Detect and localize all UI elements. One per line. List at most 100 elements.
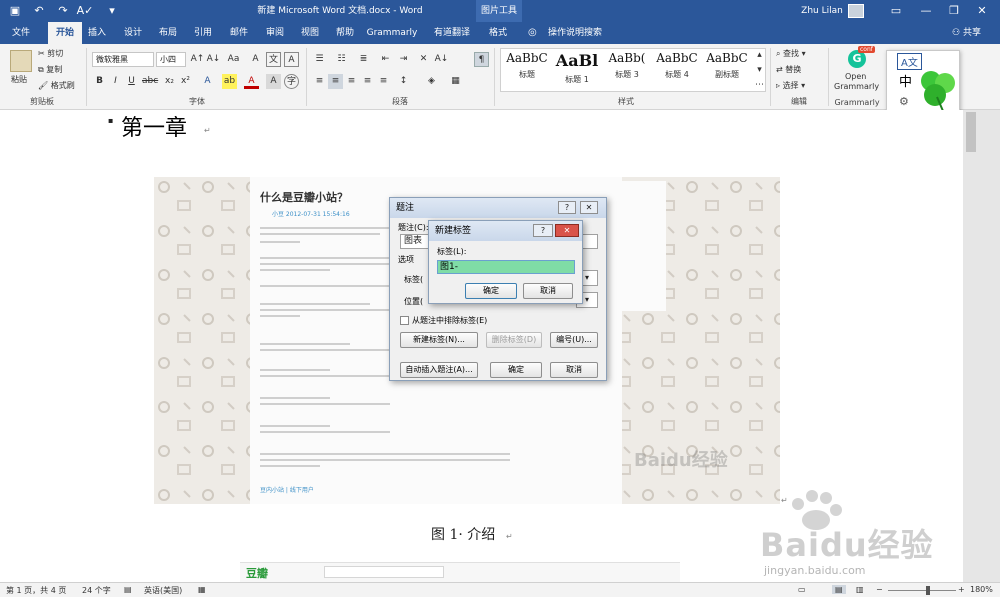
ribbon-display-icon[interactable]: ▭ — [886, 0, 906, 22]
save-icon[interactable]: ▣ — [8, 0, 22, 22]
zoom-out-icon[interactable]: − — [876, 585, 883, 594]
avatar[interactable] — [848, 4, 864, 18]
tab-6[interactable]: 邮件 — [226, 22, 252, 44]
grow-font-icon[interactable]: A↑ — [190, 52, 205, 67]
style-item[interactable]: AaBb(标题 3 — [603, 51, 651, 87]
paste-button[interactable]: 粘贴 — [11, 74, 27, 85]
read-mode-icon[interactable]: ▭ — [798, 585, 806, 594]
font-name-box[interactable]: 微软雅黑 — [92, 52, 154, 67]
italic-button[interactable]: I — [108, 74, 123, 89]
cancel-button[interactable]: 取消 — [550, 362, 598, 378]
shrink-font-icon[interactable]: A↓ — [206, 52, 221, 67]
share-button[interactable]: ⚇ 共享 — [952, 22, 981, 44]
minimize-icon[interactable]: — — [916, 0, 936, 22]
spelling-icon[interactable]: A✓ — [76, 0, 94, 22]
pinyin-icon[interactable]: 文 — [266, 52, 281, 67]
justify-icon[interactable]: ≡ — [360, 74, 375, 89]
tab-4[interactable]: 布局 — [155, 22, 181, 44]
style-item[interactable]: AaBbC 标题 — [503, 51, 551, 87]
ime-settings-icon[interactable]: ⚙ — [899, 95, 909, 108]
bold-button[interactable]: B — [92, 74, 107, 89]
ime-toolbar[interactable]: A文 中 ⚙ — [886, 50, 960, 118]
style-item[interactable]: AaBbC 副标题 — [703, 51, 751, 87]
numbering-button[interactable]: 编号(U)... — [550, 332, 598, 348]
highlight-icon[interactable]: ab — [222, 74, 237, 89]
strikethrough-icon[interactable]: abc — [142, 74, 158, 89]
chapter-heading[interactable]: 第一章 — [121, 110, 187, 142]
decrease-indent-icon[interactable]: ⇤ — [378, 52, 393, 67]
format-painter-button[interactable]: 🖌 格式刷 — [38, 80, 75, 91]
redo-icon[interactable]: ↷ — [56, 0, 70, 22]
superscript-icon[interactable]: x² — [178, 74, 193, 89]
multilevel-list-icon[interactable]: ≣ — [356, 52, 371, 67]
find-button[interactable]: ⌕ 查找 ▾ — [776, 48, 806, 59]
text-effect-icon[interactable]: A — [200, 74, 215, 89]
show-marks-icon[interactable]: ¶ — [474, 52, 489, 67]
grammarly-name-label[interactable]: Grammarly — [834, 82, 879, 91]
exclude-label-checkbox[interactable] — [400, 316, 409, 325]
close-icon[interactable]: ✕ — [555, 224, 579, 237]
close-icon[interactable]: ✕ — [972, 0, 992, 22]
paste-icon[interactable] — [10, 50, 32, 72]
tab-9[interactable]: 帮助 — [330, 22, 360, 44]
clear-format-icon[interactable]: A — [248, 52, 263, 67]
new-label-button[interactable]: 新建标签(N)... — [400, 332, 478, 348]
borders-icon[interactable]: ▦ — [448, 74, 463, 89]
delete-label-button[interactable]: 删除标签(D) — [486, 332, 542, 348]
subscript-icon[interactable]: x₂ — [162, 74, 177, 89]
vertical-scrollbar[interactable] — [963, 110, 1000, 582]
distributed-icon[interactable]: ≡ — [376, 74, 391, 89]
user-name[interactable]: Zhu Lilan — [796, 0, 848, 22]
tab-11[interactable]: 有道翻译 — [428, 22, 476, 44]
restore-icon[interactable]: ❐ — [944, 0, 964, 22]
close-icon[interactable]: ✕ — [580, 201, 598, 214]
gallery-more-icon[interactable]: ⋯ — [752, 78, 767, 92]
align-left-icon[interactable]: ≡ — [312, 74, 327, 89]
numbering-icon[interactable]: ☷ — [334, 52, 349, 67]
align-center-icon[interactable]: ≡ — [328, 74, 343, 89]
shading-icon[interactable]: ◈ — [424, 74, 439, 89]
proofing-icon[interactable]: ▤ — [124, 585, 132, 594]
gallery-up-icon[interactable]: ▴ — [752, 48, 767, 62]
tab-8[interactable]: 视图 — [297, 22, 323, 44]
grammarly-open-label[interactable]: Open — [845, 72, 866, 81]
line-spacing-icon[interactable]: ↕ — [396, 74, 411, 89]
align-right-icon[interactable]: ≡ — [344, 74, 359, 89]
increase-indent-icon[interactable]: ⇥ — [396, 52, 411, 67]
word-count[interactable]: 24 个字 — [82, 585, 111, 596]
gallery-down-icon[interactable]: ▾ — [752, 63, 767, 77]
help-button[interactable]: ? — [558, 201, 576, 214]
new-label-input[interactable]: 图1- — [437, 260, 575, 274]
tab-0[interactable]: 文件 — [10, 22, 32, 44]
auto-caption-button[interactable]: 自动插入题注(A)... — [400, 362, 478, 378]
font-size-box[interactable]: 小四 — [156, 52, 186, 67]
help-button[interactable]: ? — [533, 224, 553, 237]
ime-mode-icon[interactable]: 中 — [899, 71, 912, 90]
style-item[interactable]: AaBl 标题 1 — [553, 51, 601, 87]
new-label-dialog[interactable]: 新建标签 ? ✕ 标签(L): 图1- 确定 取消 — [428, 220, 583, 304]
char-border-icon[interactable]: A — [284, 52, 299, 67]
change-case-icon[interactable]: Aa — [226, 52, 241, 67]
enclose-char-icon[interactable]: 字 — [284, 74, 299, 89]
replace-button[interactable]: ⇄ 替换 — [776, 64, 801, 75]
web-layout-icon[interactable]: ▥ — [856, 585, 864, 594]
undo-icon[interactable]: ↶ — [30, 0, 48, 22]
tab-3[interactable]: 设计 — [120, 22, 146, 44]
cut-button[interactable]: ✂ 剪切 — [38, 48, 63, 59]
zoom-level[interactable]: 180% — [970, 585, 993, 594]
underline-button[interactable]: U — [124, 74, 139, 89]
copy-button[interactable]: ⧉ 复制 — [38, 64, 62, 75]
zoom-slider-thumb[interactable] — [926, 586, 930, 595]
macro-icon[interactable]: ▦ — [198, 585, 206, 594]
tab-5[interactable]: 引用 — [190, 22, 216, 44]
document-canvas[interactable]: ▪ 第一章 ↵ 什么是豆瓣小站？ 小豆 2012-07-31 15:54:16 — [0, 110, 963, 582]
figure-caption[interactable]: 图 1· 介绍 — [431, 524, 495, 544]
page-count[interactable]: 第 1 页，共 4 页 — [6, 585, 66, 596]
tell-me-search[interactable]: 操作说明搜索 — [548, 22, 602, 44]
tab-10[interactable]: Grammarly — [366, 22, 418, 44]
zoom-slider[interactable] — [888, 590, 956, 591]
language-indicator[interactable]: 英语(美国) — [144, 585, 182, 596]
ok-button[interactable]: 确定 — [465, 283, 517, 299]
zoom-in-icon[interactable]: + — [958, 585, 965, 594]
bullets-icon[interactable]: ☰ — [312, 52, 327, 67]
